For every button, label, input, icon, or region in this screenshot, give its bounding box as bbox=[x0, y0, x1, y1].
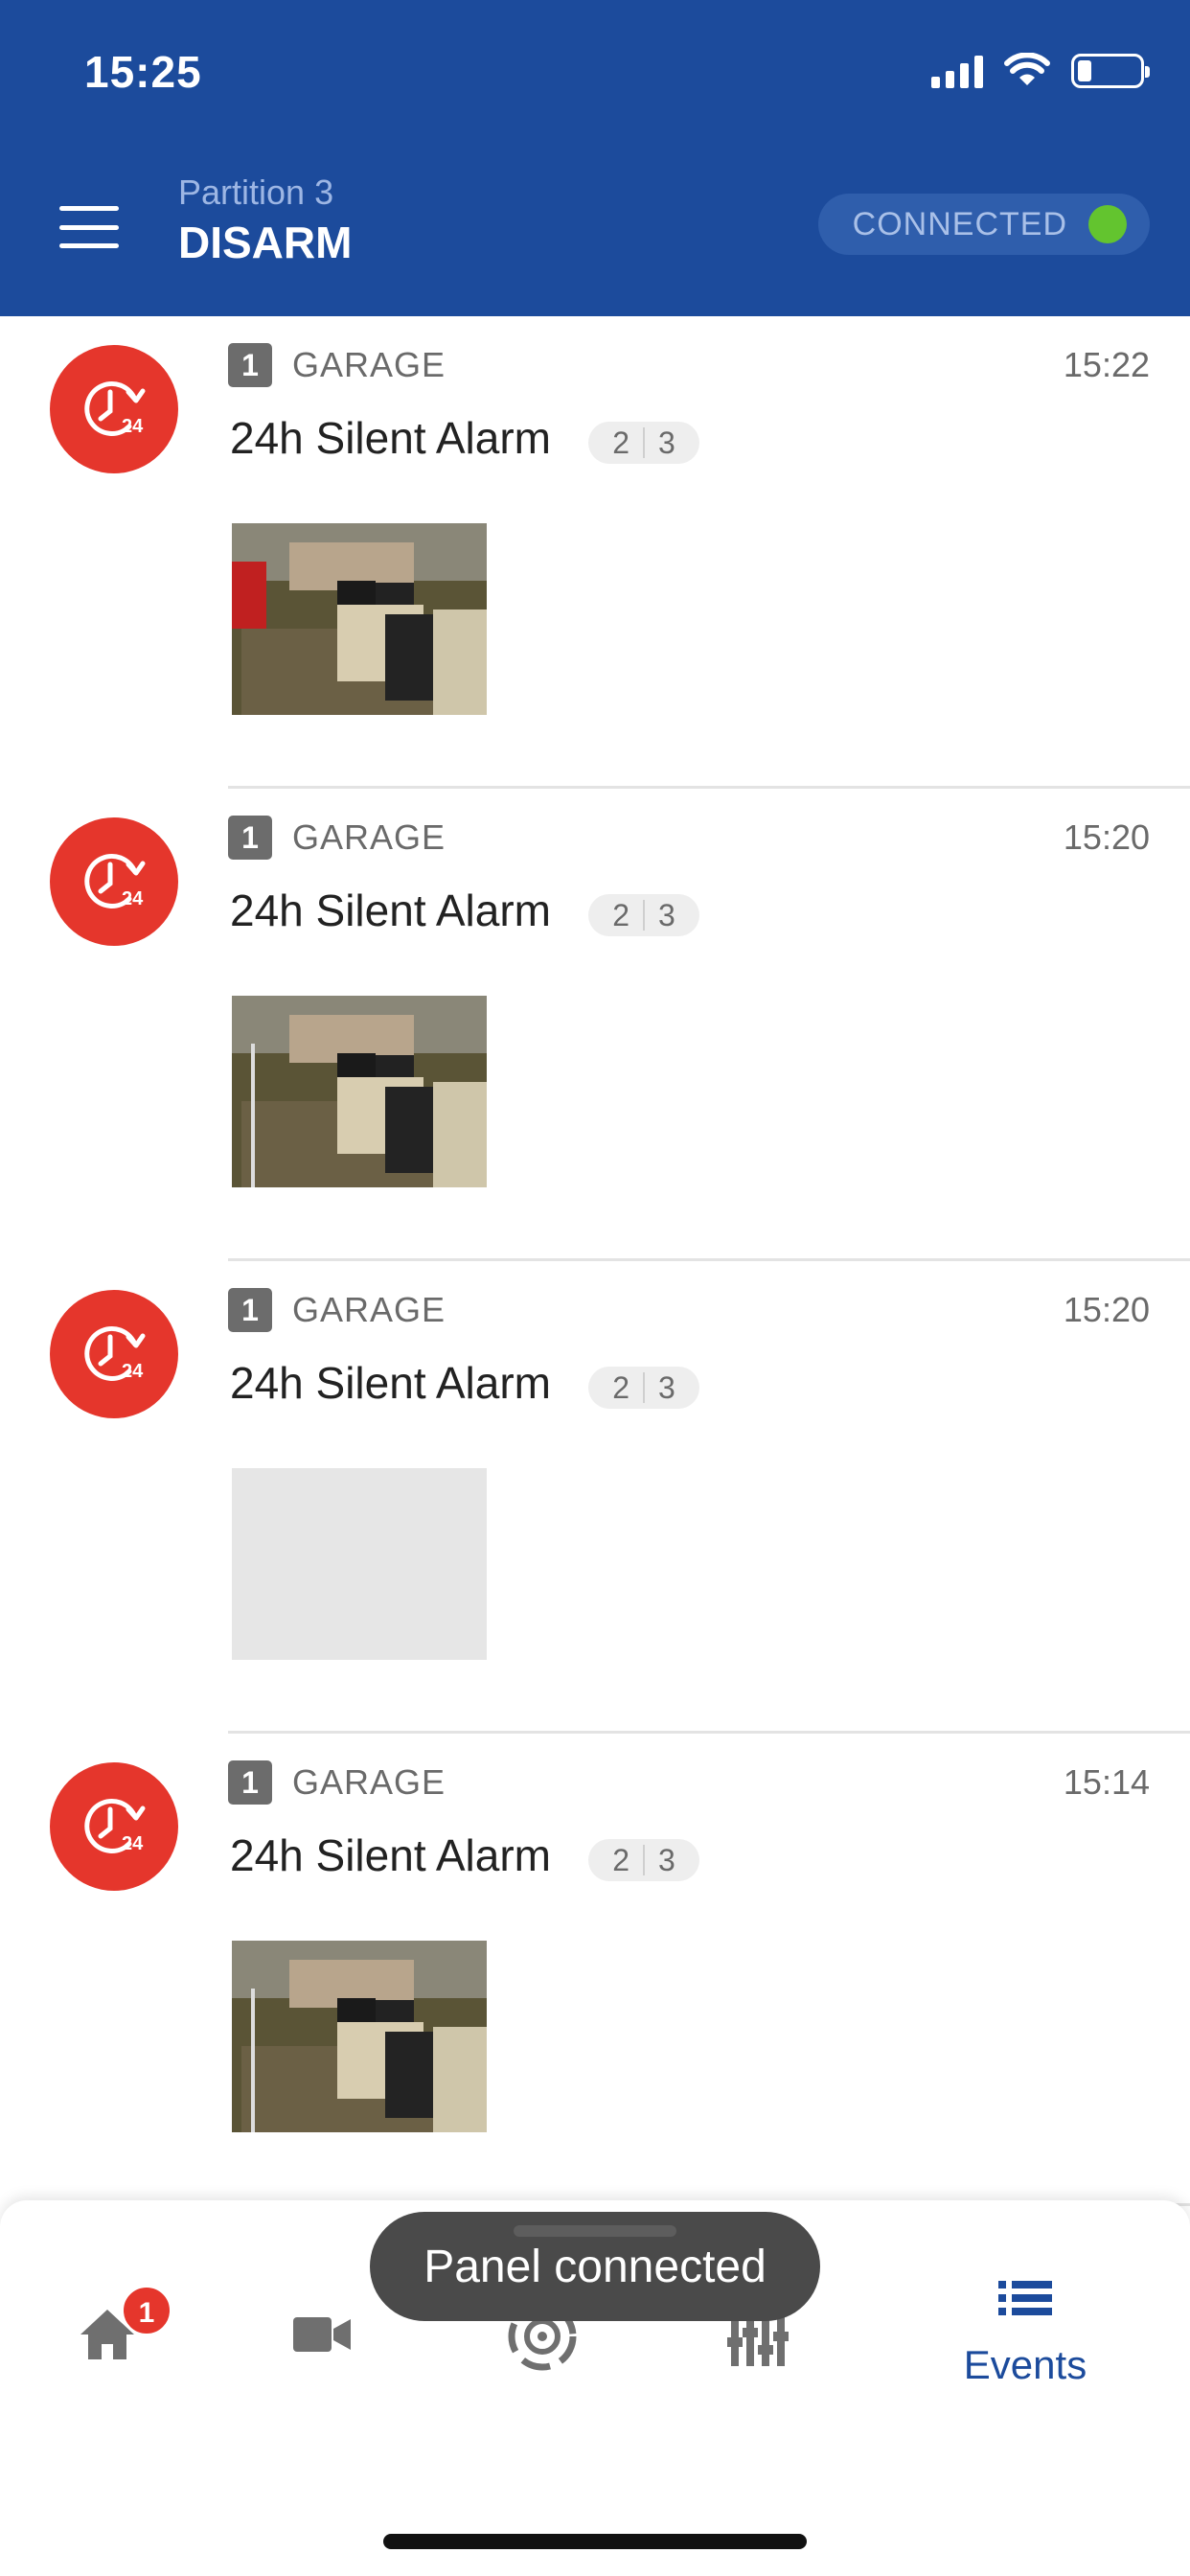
partition-label[interactable]: Partition 3 bbox=[178, 172, 333, 213]
camera-number: 3 bbox=[658, 1369, 675, 1405]
nav-events[interactable]: Events bbox=[939, 2277, 1111, 2430]
svg-text:24: 24 bbox=[122, 888, 144, 909]
event-item[interactable]: 24 1 GARAGE 15:20 24h Silent Alarm 23 bbox=[0, 789, 1190, 1261]
event-title: 24h Silent Alarm bbox=[230, 413, 551, 463]
notification-badge: 1 bbox=[121, 2285, 172, 2336]
connection-status-pill: CONNECTED bbox=[818, 194, 1150, 255]
status-time: 15:25 bbox=[84, 47, 202, 97]
event-time: 15:14 bbox=[1063, 1762, 1150, 1802]
zone-name: GARAGE bbox=[292, 1762, 446, 1802]
status-icons bbox=[931, 50, 1150, 92]
partition-state[interactable]: DISARM bbox=[178, 217, 352, 268]
24h-alarm-icon: 24 bbox=[50, 1290, 178, 1418]
event-title: 24h Silent Alarm bbox=[230, 1830, 551, 1880]
24h-alarm-icon: 24 bbox=[50, 817, 178, 946]
app-header: 15:25 Partition 3 DISARM CONNECTED bbox=[0, 0, 1190, 316]
camera-icon bbox=[293, 2317, 351, 2352]
event-title: 24h Silent Alarm bbox=[230, 886, 551, 935]
events-list-icon bbox=[998, 2281, 1052, 2315]
connection-status-label: CONNECTED bbox=[852, 205, 1067, 242]
cellular-signal-icon bbox=[931, 54, 983, 88]
event-title: 24h Silent Alarm bbox=[230, 1358, 551, 1408]
events-list: 24 1 GARAGE 15:22 24h Silent Alarm 23 24… bbox=[0, 316, 1190, 2206]
toast-grip bbox=[514, 2225, 676, 2237]
camera-numbers: 23 bbox=[588, 422, 699, 464]
nav-camera[interactable] bbox=[284, 2296, 360, 2373]
zone-number-badge: 1 bbox=[228, 1760, 272, 1805]
event-item[interactable]: 24 1 GARAGE 15:20 24h Silent Alarm 23 bbox=[0, 1261, 1190, 1734]
event-item[interactable]: 24 1 GARAGE 15:22 24h Silent Alarm 23 bbox=[0, 316, 1190, 789]
event-time: 15:22 bbox=[1063, 345, 1150, 384]
camera-number: 3 bbox=[658, 425, 675, 460]
24h-alarm-icon: 24 bbox=[50, 345, 178, 473]
camera-number: 3 bbox=[658, 1842, 675, 1877]
event-snapshot[interactable] bbox=[232, 996, 487, 1187]
zone-number-badge: 1 bbox=[228, 816, 272, 860]
camera-number: 2 bbox=[612, 897, 629, 932]
camera-number: 2 bbox=[612, 1369, 629, 1405]
camera-number: 3 bbox=[658, 897, 675, 932]
svg-text:24: 24 bbox=[122, 1833, 144, 1854]
camera-numbers: 23 bbox=[588, 894, 699, 936]
event-time: 15:20 bbox=[1063, 817, 1150, 857]
event-item[interactable]: 24 1 GARAGE 15:14 24h Silent Alarm 23 bbox=[0, 1734, 1190, 2206]
event-snapshot[interactable] bbox=[232, 523, 487, 715]
camera-numbers: 23 bbox=[588, 1839, 699, 1881]
event-snapshot-placeholder[interactable] bbox=[232, 1468, 487, 1660]
zone-name: GARAGE bbox=[292, 345, 446, 384]
wifi-icon bbox=[1004, 53, 1050, 85]
menu-button[interactable] bbox=[59, 206, 119, 248]
camera-number: 2 bbox=[612, 425, 629, 460]
nav-home[interactable]: 1 bbox=[69, 2285, 172, 2373]
home-indicator bbox=[383, 2534, 807, 2549]
event-time: 15:20 bbox=[1063, 1290, 1150, 1329]
svg-text:24: 24 bbox=[122, 1361, 144, 1382]
zone-number-badge: 1 bbox=[228, 1288, 272, 1332]
battery-icon bbox=[1071, 54, 1150, 88]
camera-number: 2 bbox=[612, 1842, 629, 1877]
zone-name: GARAGE bbox=[292, 817, 446, 857]
camera-numbers: 23 bbox=[588, 1367, 699, 1409]
connection-status-dot bbox=[1088, 205, 1127, 243]
24h-alarm-icon: 24 bbox=[50, 1762, 178, 1891]
nav-events-label: Events bbox=[963, 2342, 1087, 2387]
zone-number-badge: 1 bbox=[228, 343, 272, 387]
zone-name: GARAGE bbox=[292, 1290, 446, 1329]
svg-text:24: 24 bbox=[122, 416, 144, 437]
event-snapshot[interactable] bbox=[232, 1941, 487, 2132]
